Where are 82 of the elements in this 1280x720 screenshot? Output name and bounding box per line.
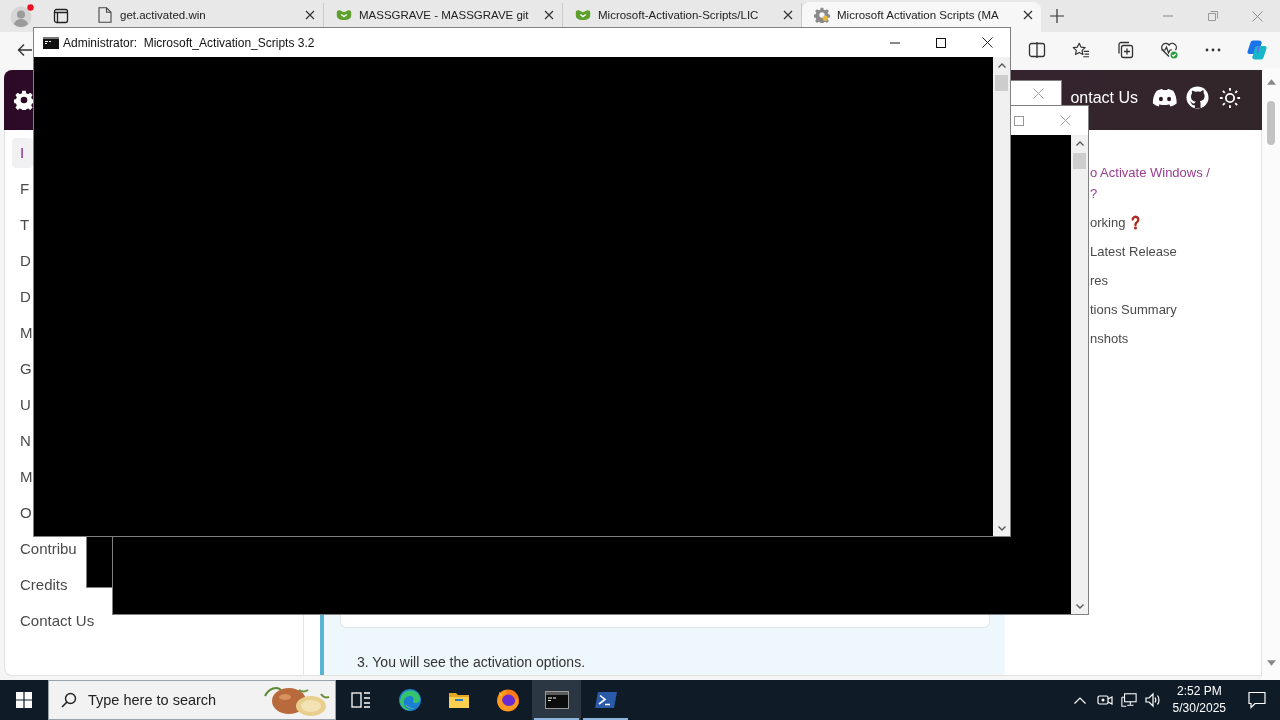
browser-icon xyxy=(397,688,422,712)
browser-icon xyxy=(495,688,520,712)
heart-pulse-icon[interactable] xyxy=(1160,41,1178,59)
gear-icon[interactable] xyxy=(14,90,34,110)
scroll-down-icon[interactable] xyxy=(997,526,1006,531)
plus-icon[interactable] xyxy=(1050,9,1064,23)
tab-title: Microsoft-Activation-Scripts/LIC xyxy=(598,9,760,21)
minimize-icon[interactable] xyxy=(890,41,900,44)
back-arrow-icon[interactable] xyxy=(17,42,33,58)
clock-date[interactable]: 5/30/2025 xyxy=(1172,700,1226,717)
nav-link[interactable]: D xyxy=(12,246,33,276)
question-mark-icon xyxy=(1130,215,1142,230)
maximize-icon[interactable] xyxy=(936,37,946,48)
scroll-up-icon[interactable] xyxy=(997,63,1006,68)
toc-link[interactable]: nshots xyxy=(1090,328,1129,349)
header-link[interactable]: ontact Us xyxy=(1070,89,1138,106)
camera-icon[interactable] xyxy=(1096,692,1113,708)
notification-icon[interactable] xyxy=(1248,691,1266,709)
window-title: Administrator: Microsoft_Activation_Scripts 3.2 xyxy=(63,35,315,50)
discord-icon[interactable] xyxy=(1152,87,1178,108)
speaker-icon[interactable] xyxy=(1144,692,1161,708)
split-screen-icon[interactable] xyxy=(1028,41,1046,59)
scroll-down-icon[interactable] xyxy=(1075,604,1084,609)
logo-icon xyxy=(575,7,591,23)
collections-icon[interactable] xyxy=(1116,41,1134,59)
page-icon xyxy=(97,7,113,23)
nav-link[interactable]: G xyxy=(12,354,33,384)
sun-icon[interactable] xyxy=(1219,86,1241,109)
nav-link[interactable]: M xyxy=(12,318,33,348)
toc-link[interactable]: res xyxy=(1090,270,1109,291)
favorites-icon[interactable] xyxy=(1072,41,1090,59)
clock-time[interactable]: 2:52 PM xyxy=(1176,683,1222,700)
console-icon xyxy=(43,36,59,49)
logo-icon xyxy=(336,7,352,23)
scrollbar[interactable] xyxy=(1071,135,1088,614)
nav-link[interactable]: D xyxy=(12,282,33,312)
close-icon[interactable] xyxy=(783,10,793,20)
scrollbar-thumb[interactable] xyxy=(1267,101,1275,145)
scrollbar[interactable] xyxy=(993,57,1010,536)
scroll-up-icon[interactable] xyxy=(1075,141,1084,146)
scrollbar-thumb[interactable] xyxy=(1073,153,1086,169)
taskbar-button[interactable] xyxy=(532,680,581,720)
nav-link[interactable]: N xyxy=(12,426,33,456)
nav-link[interactable]: M xyxy=(12,462,33,492)
tab-title: MASSGRAVE - MASSGRAVE git xyxy=(359,9,530,21)
scroll-down-icon[interactable] xyxy=(1266,660,1276,666)
step-text: 3. You will see the activation options. xyxy=(357,654,586,670)
network-icon[interactable] xyxy=(1120,692,1137,708)
close-icon[interactable] xyxy=(544,10,554,20)
close-icon[interactable] xyxy=(1023,10,1033,20)
chevron-up-icon[interactable] xyxy=(1073,696,1086,704)
scrollbar-thumb[interactable] xyxy=(995,75,1008,91)
profile-icon[interactable] xyxy=(10,4,34,28)
nav-link[interactable]: Contribu xyxy=(12,534,77,564)
task-view-icon xyxy=(350,691,371,709)
tabs-icon[interactable] xyxy=(53,8,69,24)
copilot-icon[interactable] xyxy=(1246,39,1268,61)
search-icon xyxy=(61,692,77,708)
scrollbar[interactable] xyxy=(1262,68,1280,680)
windows-logo-icon[interactable] xyxy=(16,692,32,708)
search-bar[interactable]: Type here to search xyxy=(48,680,336,720)
search-field[interactable]: Type here to search xyxy=(77,692,261,708)
nav-link[interactable]: O xyxy=(12,498,33,528)
tab-title: get.activated.win xyxy=(120,9,207,21)
close-icon[interactable] xyxy=(981,37,993,48)
nav-link[interactable]: Contact Us xyxy=(12,606,95,636)
tab-title: Microsoft Activation Scripts (MA xyxy=(837,9,1000,21)
more-icon[interactable] xyxy=(1205,48,1221,52)
nav-link[interactable]: U xyxy=(12,390,33,420)
scroll-up-icon[interactable] xyxy=(1266,79,1276,85)
toc-link[interactable]: Latest Release xyxy=(1090,241,1177,262)
toc-link[interactable]: o Activate Windows / ? xyxy=(1090,162,1210,204)
toc-link[interactable]: tions Summary xyxy=(1090,299,1177,320)
close-icon[interactable] xyxy=(305,10,315,20)
nav-link[interactable]: Credits xyxy=(12,570,68,600)
github-icon[interactable] xyxy=(1186,86,1209,109)
nav-link[interactable]: T xyxy=(12,210,33,240)
nav-link[interactable]: I xyxy=(12,138,33,168)
toc-link[interactable]: orking xyxy=(1090,212,1126,233)
gear-icon xyxy=(814,7,830,23)
terminal-icon xyxy=(544,688,569,712)
nav-link[interactable]: F xyxy=(12,174,33,204)
